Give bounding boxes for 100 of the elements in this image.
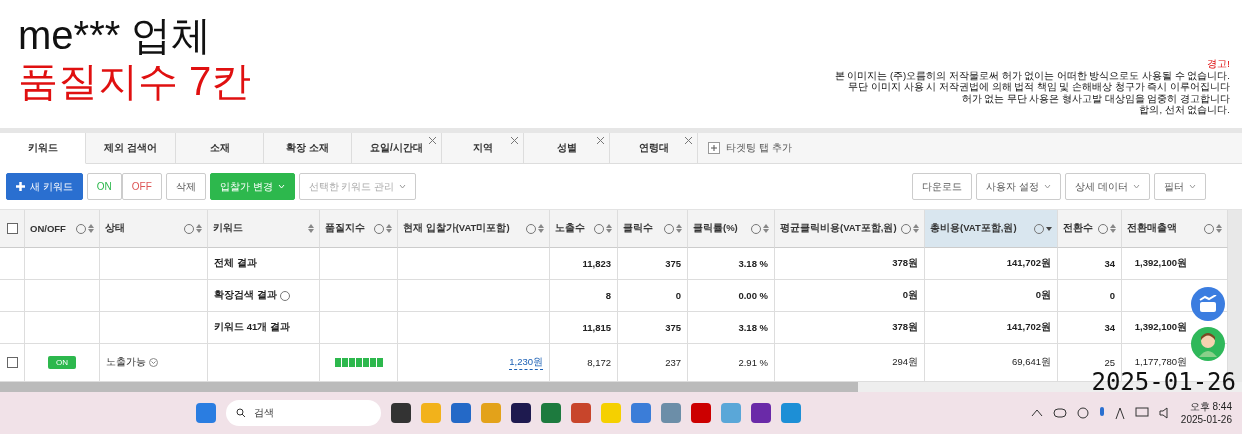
select-all-checkbox[interactable]: [6, 223, 18, 234]
table-value: 25: [1104, 357, 1115, 368]
summary-value: 141,702원: [1006, 257, 1051, 270]
app-icon[interactable]: [511, 403, 531, 423]
summary-value: 0: [675, 290, 681, 301]
summary-label: 키워드 41개 결과: [214, 321, 290, 334]
column-header[interactable]: 전환수: [1058, 210, 1122, 248]
plus-icon: [16, 182, 25, 191]
tab[interactable]: 키워드: [0, 133, 86, 164]
sort-icon: [913, 224, 919, 233]
sort-icon: [1110, 224, 1116, 233]
summary-value: 34: [1104, 258, 1115, 269]
summary-value: 11,823: [582, 258, 611, 269]
column-header[interactable]: ON/OFF: [25, 210, 100, 248]
app-icon[interactable]: [391, 403, 411, 423]
sort-icon: [196, 224, 202, 233]
microphone-icon[interactable]: [1098, 407, 1105, 419]
close-icon[interactable]: [429, 137, 436, 144]
sort-icon: [1216, 224, 1222, 233]
add-tab-button[interactable]: 타겟팅 탭 추가: [698, 133, 792, 163]
summary-value: 3.18 %: [738, 322, 768, 333]
chart-icon: [1198, 295, 1218, 313]
summary-value: 1,392,100원: [1134, 257, 1187, 270]
summary-value: 3.18 %: [738, 258, 768, 269]
summary-value: 375: [665, 258, 681, 269]
plus-icon: [708, 142, 720, 154]
scrollbar-thumb[interactable]: [0, 382, 858, 392]
annotation-title: me*** 업체: [18, 12, 213, 58]
sort-icon: [386, 224, 392, 233]
warning-text: 무단 이미지 사용 시 저작권법에 의해 법적 책임 및 손해배상 청구가 즉시 이루어집니다: [848, 81, 1230, 93]
close-icon[interactable]: [597, 137, 604, 144]
summary-value: 378원: [892, 257, 918, 270]
column-header[interactable]: 노출수: [550, 210, 618, 248]
summary-value: 375: [665, 322, 681, 333]
start-icon[interactable]: [196, 403, 216, 423]
toolbar-button[interactable]: 필터: [1154, 173, 1206, 200]
summary-value: 34: [1104, 322, 1115, 333]
sort-icon: [606, 224, 612, 233]
summary-value: 0원: [1035, 289, 1051, 302]
off-button[interactable]: OFF: [121, 173, 162, 200]
column-header[interactable]: 평균클릭비용(VAT포함,원): [775, 210, 925, 248]
toolbar-button[interactable]: 사용자 설정: [976, 173, 1062, 200]
app-icon[interactable]: [451, 403, 471, 423]
row-checkbox[interactable]: [6, 357, 18, 368]
bid-link[interactable]: 1,230원: [509, 355, 543, 370]
speaker-icon[interactable]: [1158, 407, 1171, 419]
summary-value: 0원: [902, 289, 918, 302]
summary-value: 11,815: [582, 322, 611, 333]
sort-icon: [763, 224, 769, 233]
summary-value: 8: [605, 290, 611, 301]
column-header[interactable]: 총비용(VAT포함,원): [925, 210, 1058, 248]
column-header[interactable]: 클릭률(%): [688, 210, 775, 248]
sort-icon: [308, 224, 314, 233]
warning-text: 허가 없는 무단 사용은 형사고발 대상임을 엄중히 경고합니다: [961, 92, 1230, 104]
chevron-up-icon[interactable]: [1030, 409, 1043, 417]
app-icon[interactable]: [751, 403, 771, 423]
monitor-icon[interactable]: [1134, 407, 1149, 419]
summary-label: 확장검색 결과: [214, 289, 277, 302]
summary-value: 378원: [892, 321, 918, 334]
chevron-down-icon: [399, 184, 407, 189]
warning-text: 본 이미지는 (주)오름히의 저작물로써 허가 없이는 어떠한 방식으로도 사용될 수 없습니다.: [834, 69, 1230, 81]
close-icon[interactable]: [511, 137, 518, 144]
sort-icon: [676, 224, 682, 233]
app-icon[interactable]: [541, 403, 561, 423]
status-text: 노출가능: [106, 356, 146, 369]
date-stamp-text: 2025-01-26: [1091, 368, 1236, 396]
toolbar-button[interactable]: 상세 데이터: [1065, 173, 1150, 200]
sort-icon: [88, 224, 94, 233]
chevron-down-icon: [1044, 184, 1052, 189]
column-header[interactable]: 키워드: [208, 210, 320, 248]
column-header[interactable]: 전환매출액: [1122, 210, 1228, 248]
table-value: 294원: [892, 356, 918, 369]
delete-button[interactable]: 삭제: [165, 173, 206, 200]
summary-value: 1,392,100원: [1134, 321, 1187, 334]
column-header[interactable]: 현재 입찰가(VAT미포함): [398, 210, 550, 248]
column-header[interactable]: 상태: [100, 210, 208, 248]
summary-value: 0: [1109, 290, 1115, 301]
column-header[interactable]: 품질지수: [320, 210, 398, 248]
ad-chart-button[interactable]: [1191, 287, 1225, 321]
toolbar-button[interactable]: 다운로드: [912, 173, 973, 200]
summary-label: 전체 결과: [214, 257, 257, 270]
new-keyword-button[interactable]: 새 키워드: [6, 173, 83, 200]
summary-value: 0.00 %: [738, 290, 768, 301]
table-value: 2.91 %: [738, 357, 768, 368]
annotation-subtitle: 품질지수 7칸: [18, 58, 252, 104]
table-value: 1,177,780원: [1134, 356, 1187, 369]
clock-date: 2025-01-26: [1180, 413, 1232, 426]
table-value: 237: [665, 357, 681, 368]
table-value: 8,172: [587, 357, 611, 368]
taskbar-search-field[interactable]: 검색: [226, 400, 381, 426]
warning-text: 합의, 선처 없습니다.: [1139, 104, 1230, 116]
dropdown-circle-icon[interactable]: [149, 358, 158, 367]
chevron-down-icon: [277, 184, 285, 189]
close-icon[interactable]: [685, 137, 692, 144]
chevron-down-icon: [1133, 184, 1140, 189]
quality-bar: [334, 358, 383, 367]
column-header[interactable]: 클릭수: [618, 210, 688, 248]
sort-icon: [538, 224, 544, 233]
support-agent-button[interactable]: [1191, 327, 1225, 361]
summary-value: 141,702원: [1006, 321, 1051, 334]
